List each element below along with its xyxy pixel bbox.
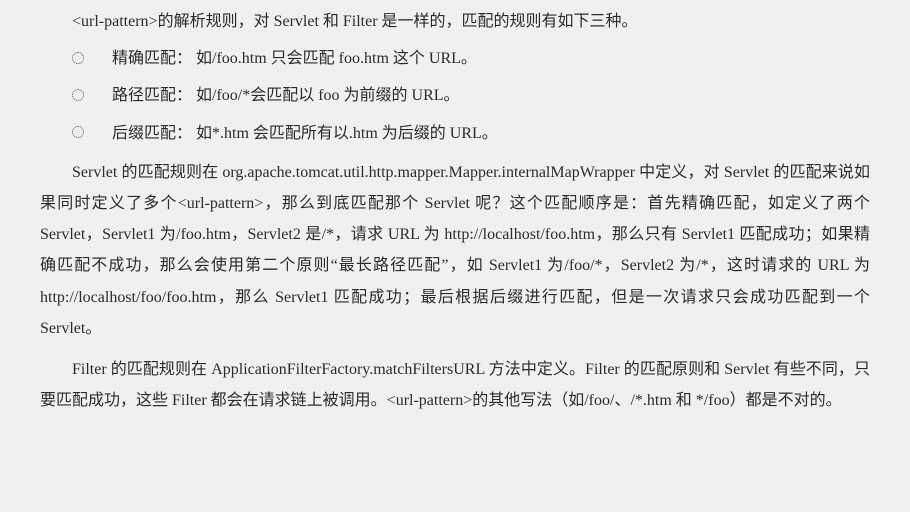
list-item: 后缀匹配： 如*.htm 会匹配所有以.htm 为后缀的 URL。 xyxy=(40,118,870,149)
bullet-icon xyxy=(72,52,84,64)
bullet-text: 路径匹配： 如/foo/*会匹配以 foo 为前缀的 URL。 xyxy=(112,87,460,104)
paragraph-filter: Filter 的匹配规则在 ApplicationFilterFactory.m… xyxy=(40,354,870,416)
paragraph-servlet: Servlet 的匹配规则在 org.apache.tomcat.util.ht… xyxy=(40,157,870,344)
bullet-icon xyxy=(72,126,84,138)
list-item: 路径匹配： 如/foo/*会匹配以 foo 为前缀的 URL。 xyxy=(40,80,870,111)
bullet-text: 后缀匹配： 如*.htm 会匹配所有以.htm 为后缀的 URL。 xyxy=(112,125,498,142)
intro-line: <url-pattern>的解析规则，对 Servlet 和 Filter 是一… xyxy=(40,6,870,37)
bullet-list: 精确匹配： 如/foo.htm 只会匹配 foo.htm 这个 URL。 路径匹… xyxy=(40,43,870,149)
document-page: <url-pattern>的解析规则，对 Servlet 和 Filter 是一… xyxy=(0,0,910,436)
list-item: 精确匹配： 如/foo.htm 只会匹配 foo.htm 这个 URL。 xyxy=(40,43,870,74)
bullet-icon xyxy=(72,89,84,101)
bullet-text: 精确匹配： 如/foo.htm 只会匹配 foo.htm 这个 URL。 xyxy=(112,50,477,67)
